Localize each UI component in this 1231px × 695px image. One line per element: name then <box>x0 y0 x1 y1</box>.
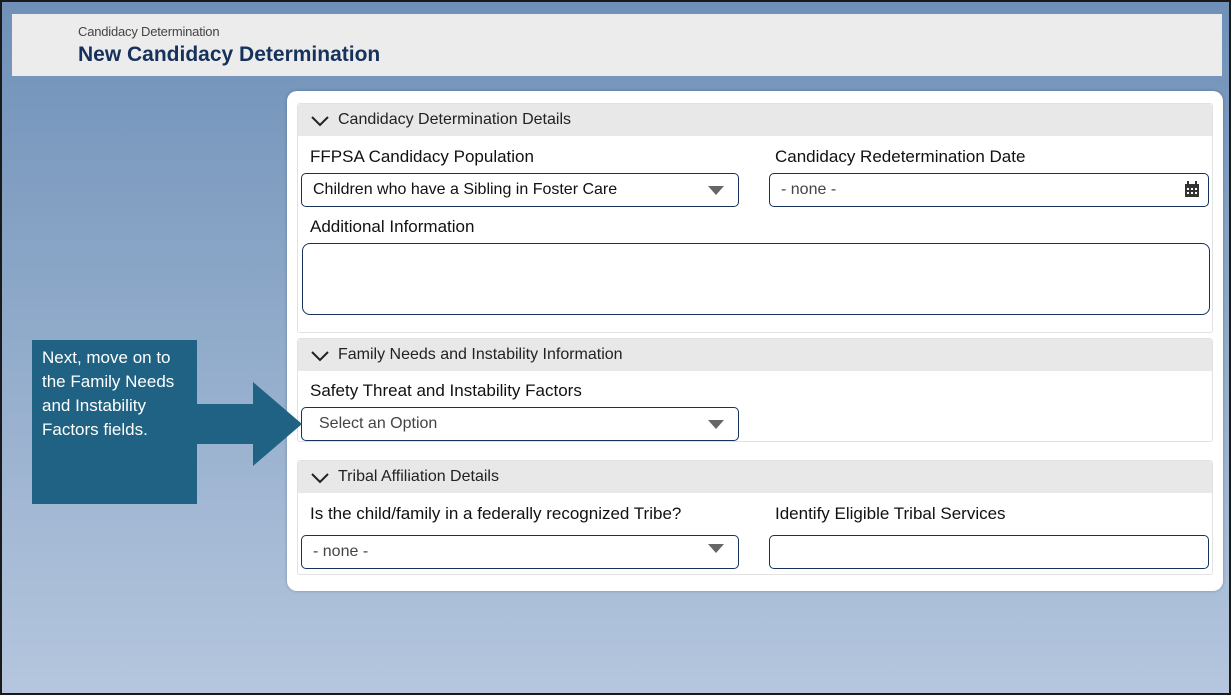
chevron-down-icon[interactable] <box>310 113 330 129</box>
arrow-right-icon <box>197 382 302 466</box>
safety-factors-select[interactable]: Select an Option <box>301 407 739 441</box>
additional-info-textarea[interactable] <box>302 243 1210 315</box>
tribal-services-input[interactable] <box>769 535 1209 569</box>
redetermination-label: Candidacy Redetermination Date <box>775 147 1026 166</box>
section-header-tribal-affiliation[interactable]: Tribal Affiliation Details <box>298 461 1212 493</box>
section-title: Tribal Affiliation Details <box>338 468 499 485</box>
tribal-services-label: Identify Eligible Tribal Services <box>775 504 1006 523</box>
section-header-candidacy-details[interactable]: Candidacy Determination Details <box>298 104 1212 136</box>
form-panel: Candidacy Determination Details FFPSA Ca… <box>287 91 1223 591</box>
safety-factors-placeholder: Select an Option <box>319 415 438 432</box>
tribe-question-label: Is the child/family in a federally recog… <box>310 504 682 523</box>
breadcrumb[interactable]: Candidacy Determination <box>78 24 220 39</box>
safety-factors-label: Safety Threat and Instability Factors <box>310 381 582 400</box>
calendar-icon[interactable] <box>1184 181 1200 198</box>
page-title: New Candidacy Determination <box>78 43 381 66</box>
additional-info-label: Additional Information <box>310 217 475 236</box>
tribe-select[interactable]: - none - <box>301 535 739 569</box>
section-candidacy-details: Candidacy Determination Details FFPSA Ca… <box>297 103 1213 333</box>
section-title: Candidacy Determination Details <box>338 111 571 128</box>
redetermination-date-input[interactable]: - none - <box>769 173 1209 207</box>
page-header: Candidacy Determination New Candidacy De… <box>12 14 1222 76</box>
section-title: Family Needs and Instability Information <box>338 346 623 363</box>
redetermination-value: - none - <box>781 181 837 198</box>
population-label: FFPSA Candidacy Population <box>310 147 534 166</box>
screenshot-frame: Candidacy Determination New Candidacy De… <box>0 0 1231 695</box>
dropdown-caret-icon <box>708 420 724 429</box>
instruction-callout: Next, move on to the Family Needs and In… <box>32 340 197 504</box>
population-select[interactable]: Children who have a Sibling in Foster Ca… <box>301 173 739 207</box>
section-tribal-affiliation: Tribal Affiliation Details Is the child/… <box>297 460 1213 575</box>
section-family-needs: Family Needs and Instability Information… <box>297 338 1213 442</box>
tribe-value: - none - <box>313 543 369 560</box>
section-header-family-needs[interactable]: Family Needs and Instability Information <box>298 339 1212 371</box>
dropdown-caret-icon <box>708 544 724 553</box>
chevron-down-icon[interactable] <box>310 348 330 364</box>
chevron-down-icon[interactable] <box>310 470 330 486</box>
population-value: Children who have a Sibling in Foster Ca… <box>313 181 618 198</box>
dropdown-caret-icon <box>708 186 724 195</box>
